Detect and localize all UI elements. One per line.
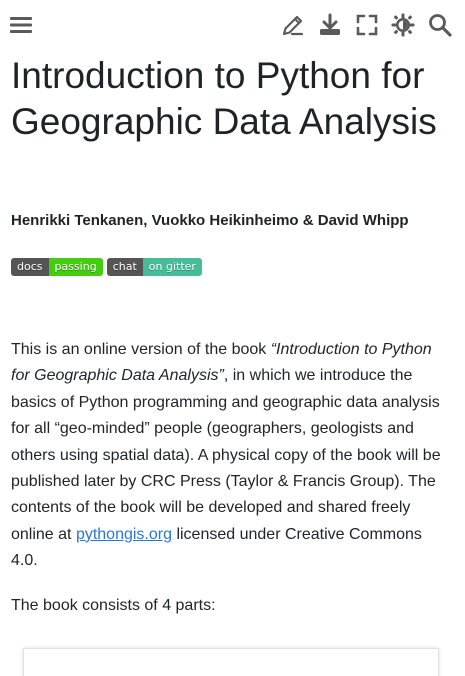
badge-value: passing [48, 258, 103, 276]
badge-value: on gitter [142, 258, 202, 276]
fullscreen-icon[interactable] [352, 9, 382, 41]
intro-text: This is an online version of the book [11, 341, 271, 358]
download-icon[interactable] [315, 9, 345, 41]
authors: Henrikki Tenkanen, Vuokko Heikinheimo & … [11, 212, 409, 229]
pencil-edit-icon[interactable] [278, 9, 308, 41]
search-icon[interactable] [425, 9, 455, 41]
badge-label: chat [106, 258, 143, 276]
intro-text: , in which we introduce the basics of Py… [11, 367, 441, 543]
gitter-chat-badge[interactable]: chat on gitter [106, 258, 202, 276]
hamburger-menu-icon[interactable] [6, 9, 36, 41]
badges: docs passing chat on gitter [11, 258, 202, 276]
badge-label: docs [11, 258, 49, 276]
docs-status-badge[interactable]: docs passing [11, 258, 103, 276]
top-toolbar [0, 0, 465, 50]
contents-card [23, 648, 439, 676]
parts-intro-text: The book consists of 4 parts: [11, 597, 216, 614]
pythongis-link[interactable]: pythongis.org [76, 526, 172, 543]
theme-toggle-icon[interactable] [388, 9, 418, 41]
page-title: Introduction to Python for Geographic Da… [11, 55, 437, 142]
intro-paragraph: This is an online version of the book “I… [11, 337, 451, 575]
